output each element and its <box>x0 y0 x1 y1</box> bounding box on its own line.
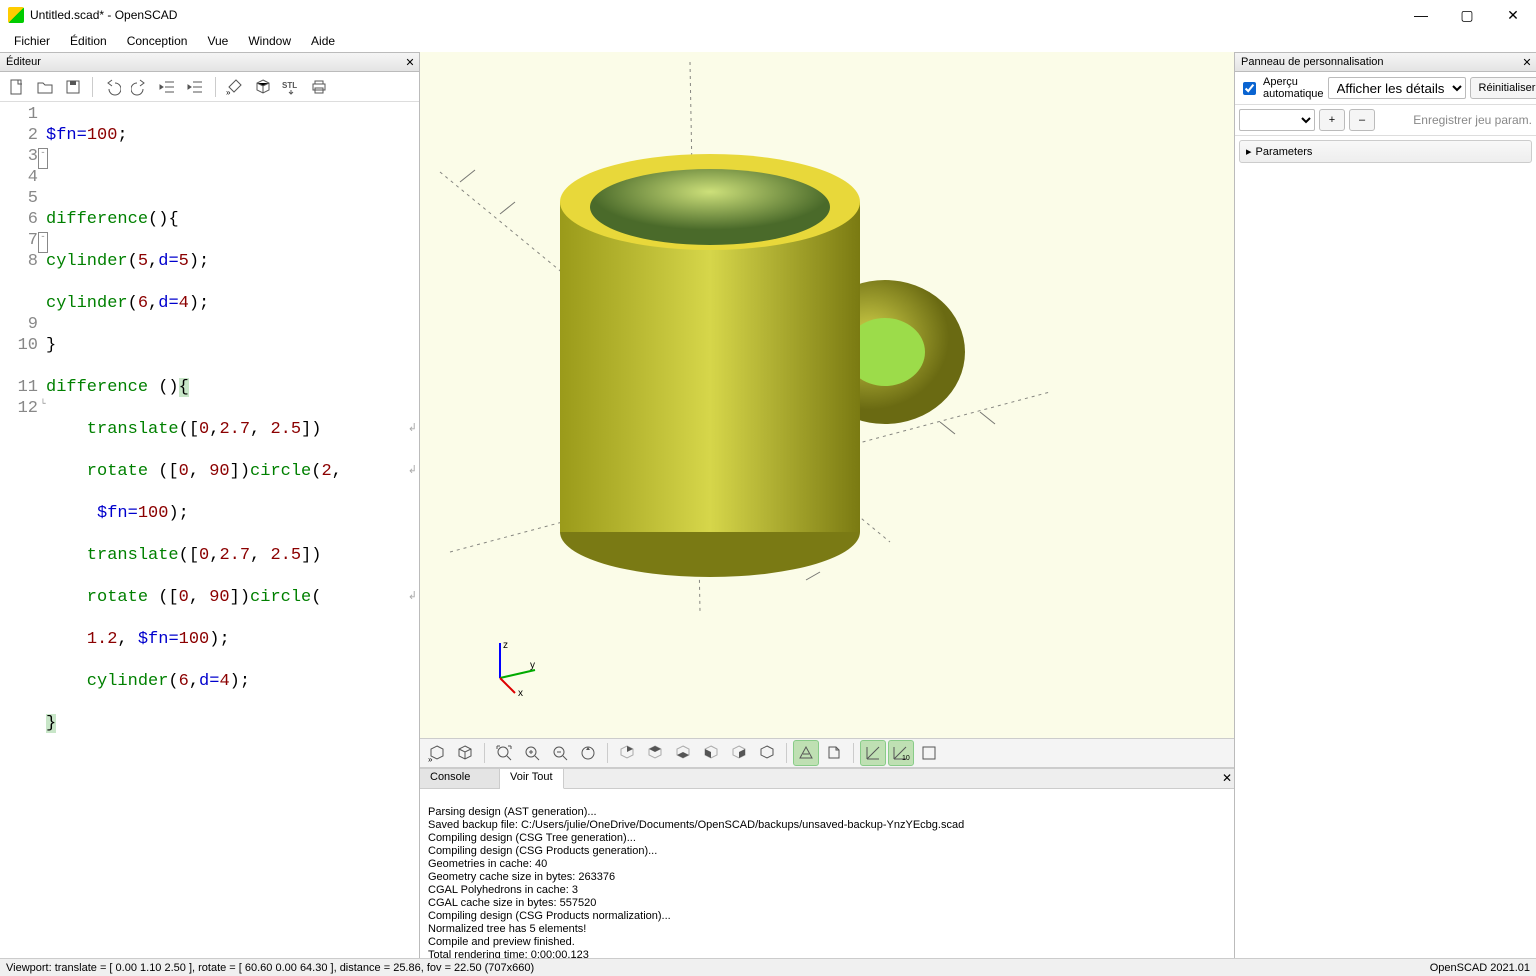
menu-window[interactable]: Window <box>238 31 301 51</box>
console-close-button[interactable]: ✕ <box>1216 769 1234 788</box>
voir-tout-tab[interactable]: Voir Tout <box>500 769 564 789</box>
code-content[interactable]: $fn=100; difference(){ cylinder(5,d=5); … <box>44 102 419 958</box>
preset-select[interactable] <box>1239 109 1315 131</box>
vp-preview-icon[interactable]: » <box>424 740 450 766</box>
details-select[interactable]: Afficher les détails <box>1328 77 1466 99</box>
vp-perspective-icon[interactable] <box>793 740 819 766</box>
remove-preset-button[interactable]: – <box>1349 109 1375 131</box>
vp-zoom-in-icon[interactable] <box>519 740 545 766</box>
vp-view-right-icon[interactable] <box>614 740 640 766</box>
viewport-toolbar: » 10 <box>420 738 1234 768</box>
wrap-icon: ↲ <box>408 419 417 440</box>
editor-toolbar: » STL <box>0 72 419 102</box>
editor-pane-title: Éditeur ✕ <box>0 52 419 72</box>
menu-design[interactable]: Conception <box>117 31 198 51</box>
version-label: OpenSCAD 2021.01 <box>1430 962 1530 974</box>
svg-text:»: » <box>428 755 433 762</box>
vp-view-bottom-icon[interactable] <box>670 740 696 766</box>
console-pane: Console Voir Tout ✕ Parsing design (AST … <box>420 768 1234 958</box>
save-file-icon[interactable] <box>60 74 86 100</box>
editor-title-label: Éditeur <box>6 56 41 68</box>
app-icon <box>8 7 24 23</box>
fold-end-icon: └ <box>38 400 48 421</box>
menu-edit[interactable]: Édition <box>60 31 117 51</box>
code-editor[interactable]: 12 34 56 78 910 11 12 - - └ $fn=100; dif… <box>0 102 419 958</box>
undo-icon[interactable] <box>99 74 125 100</box>
parameters-section[interactable]: ▸ Parameters <box>1239 140 1532 163</box>
console-tab[interactable]: Console <box>420 769 500 788</box>
customizer-pane: Panneau de personnalisation ✕ Aperçu aut… <box>1234 52 1536 958</box>
redo-icon[interactable] <box>127 74 153 100</box>
minimize-button[interactable]: — <box>1398 0 1444 30</box>
menu-bar: Fichier Édition Conception Vue Window Ai… <box>0 30 1536 52</box>
add-preset-button[interactable]: + <box>1319 109 1345 131</box>
model-preview <box>420 52 1060 642</box>
fold-icon[interactable]: - <box>38 232 48 253</box>
vp-show-scale-icon[interactable]: 10 <box>888 740 914 766</box>
vp-view-front-icon[interactable] <box>726 740 752 766</box>
save-preset-placeholder[interactable]: Enregistrer jeu param. <box>1379 113 1532 127</box>
title-bar: Untitled.scad* - OpenSCAD — ▢ ✕ <box>0 0 1536 30</box>
auto-preview-checkbox[interactable] <box>1243 82 1256 95</box>
new-file-icon[interactable] <box>4 74 30 100</box>
window-title: Untitled.scad* - OpenSCAD <box>30 8 177 22</box>
menu-help[interactable]: Aide <box>301 31 345 51</box>
customizer-close-button[interactable]: ✕ <box>1518 56 1536 69</box>
unindent-icon[interactable] <box>155 74 181 100</box>
open-file-icon[interactable] <box>32 74 58 100</box>
auto-preview-label: Aperçu automatique <box>1263 76 1324 100</box>
3d-viewport[interactable]: z y x <box>420 52 1234 738</box>
viewport-status: Viewport: translate = [ 0.00 1.10 2.50 ]… <box>6 962 534 974</box>
line-number-gutter: 12 34 56 78 910 11 12 - - └ <box>0 102 44 958</box>
vp-show-axes-icon[interactable] <box>860 740 886 766</box>
close-window-button[interactable]: ✕ <box>1490 0 1536 30</box>
vp-show-crosshair-icon[interactable] <box>916 740 942 766</box>
svg-text:10: 10 <box>902 755 910 762</box>
svg-text:STL: STL <box>282 81 297 90</box>
customizer-title-label: Panneau de personnalisation <box>1241 56 1384 68</box>
status-bar: Viewport: translate = [ 0.00 1.10 2.50 ]… <box>0 958 1536 976</box>
preview-icon[interactable]: » <box>222 74 248 100</box>
wrap-icon: ↲ <box>408 587 417 608</box>
export-stl-icon[interactable]: STL <box>278 74 304 100</box>
menu-file[interactable]: Fichier <box>4 31 60 51</box>
render-icon[interactable] <box>250 74 276 100</box>
vp-wireframe-icon[interactable] <box>452 740 478 766</box>
svg-text:z: z <box>503 640 508 651</box>
menu-view[interactable]: Vue <box>197 31 238 51</box>
console-output[interactable]: Parsing design (AST generation)...Saved … <box>420 789 1234 958</box>
vp-zoom-out-icon[interactable] <box>547 740 573 766</box>
chevron-right-icon: ▸ <box>1246 145 1252 158</box>
reset-button[interactable]: Réinitialiser <box>1470 77 1536 99</box>
editor-pane: Éditeur ✕ » STL 12 34 56 78 <box>0 52 420 958</box>
vp-zoom-all-icon[interactable] <box>491 740 517 766</box>
svg-text:x: x <box>518 688 523 698</box>
print-icon[interactable] <box>306 74 332 100</box>
axis-gizmo: z y x <box>480 638 540 698</box>
vp-orthographic-icon[interactable] <box>821 740 847 766</box>
svg-text:»: » <box>226 88 231 96</box>
vp-view-left-icon[interactable] <box>698 740 724 766</box>
vp-view-top-icon[interactable] <box>642 740 668 766</box>
vp-view-back-icon[interactable] <box>754 740 780 766</box>
fold-icon[interactable]: - <box>38 148 48 169</box>
parameters-label: Parameters <box>1256 146 1313 158</box>
wrap-icon: ↲ <box>408 461 417 482</box>
svg-text:y: y <box>530 660 535 671</box>
maximize-button[interactable]: ▢ <box>1444 0 1490 30</box>
vp-reset-view-icon[interactable] <box>575 740 601 766</box>
editor-close-button[interactable]: ✕ <box>401 56 419 69</box>
indent-icon[interactable] <box>183 74 209 100</box>
